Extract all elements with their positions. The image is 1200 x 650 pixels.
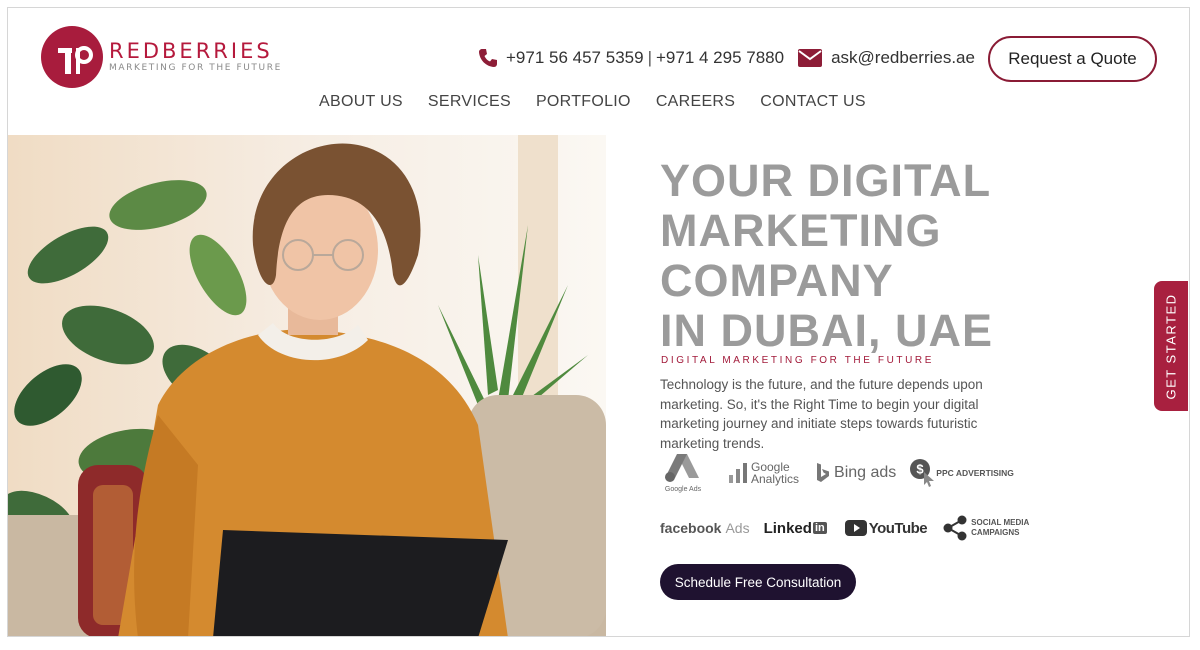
google-analytics-label-1: Google (751, 459, 790, 474)
page-frame: REDBERRIES MARKETING FOR THE FUTURE +971… (7, 7, 1190, 637)
ppc-advertising-logo: $ PPC ADVERTISING (910, 458, 1014, 487)
google-ads-logo: Google Ads (660, 452, 706, 493)
schedule-consultation-button[interactable]: Schedule Free Consultation (660, 564, 856, 600)
nav-about-us[interactable]: ABOUT US (319, 93, 403, 111)
bing-icon (817, 462, 830, 482)
headline-line-3: COMPANY (660, 255, 894, 306)
social-label-2: CAMPAIGNS (971, 528, 1020, 537)
nav-careers[interactable]: CAREERS (656, 93, 735, 111)
service-logos-row-1: Google Ads Google Analytics Bing ads $ P… (660, 452, 1014, 493)
get-started-tab[interactable]: GET STARTED (1154, 281, 1188, 411)
phone-primary[interactable]: +971 56 457 5359 (506, 48, 644, 68)
bing-ads-label: Bing ads (834, 463, 897, 481)
request-quote-button[interactable]: Request a Quote (988, 36, 1157, 82)
main-nav: ABOUT US SERVICES PORTFOLIO CAREERS CONT… (319, 93, 891, 111)
google-ads-label: Google Ads (664, 486, 702, 493)
facebook-ads-label: Ads (725, 520, 750, 536)
youtube-logo: YouTube (844, 519, 928, 537)
social-label-1: SOCIAL MEDIA (971, 518, 1030, 527)
hero-subheading: DIGITAL MARKETING FOR THE FUTURE (661, 355, 935, 366)
phone-separator: | (647, 48, 652, 67)
dollar-cursor-icon: $ (910, 458, 935, 487)
linkedin-logo: Linked in (764, 520, 827, 537)
service-logos-row-2: facebook Ads Linked in YouTube SOCIAL ME… (660, 515, 1029, 541)
facebook-ads-logo: facebook Ads (660, 520, 750, 536)
hero-description: Technology is the future, and the future… (660, 377, 983, 451)
google-analytics-label-2: Analytics (751, 471, 800, 486)
nav-services[interactable]: SERVICES (428, 93, 511, 111)
phone-icon (478, 48, 498, 68)
contact-bar: +971 56 457 5359 | +971 4 295 7880 ask@r… (478, 48, 975, 68)
email-link[interactable]: ask@redberries.ae (831, 48, 975, 68)
envelope-icon (798, 49, 823, 67)
hero-headline: YOUR DIGITAL MARKETING COMPANY IN DUBAI,… (660, 156, 993, 356)
analytics-bars-icon (729, 462, 747, 483)
share-icon (943, 515, 967, 541)
youtube-label: YouTube (868, 519, 928, 537)
nav-portfolio[interactable]: PORTFOLIO (536, 93, 631, 111)
logo-mark (41, 26, 103, 88)
brand-tagline: MARKETING FOR THE FUTURE (109, 63, 282, 73)
headline-line-2: MARKETING (660, 205, 942, 256)
social-media-logo: SOCIAL MEDIA CAMPAIGNS (943, 515, 1029, 541)
headline-line-4: IN DUBAI, UAE (660, 305, 994, 356)
bing-ads-logo: Bing ads (816, 462, 897, 483)
get-started-label: GET STARTED (1163, 292, 1179, 400)
youtube-play-icon (844, 520, 867, 536)
google-ads-icon (665, 454, 699, 482)
ppc-label: PPC ADVERTISING (936, 467, 1014, 478)
linkedin-in-badge: in (812, 522, 827, 534)
hero-photo (8, 135, 606, 636)
headline-line-1: YOUR DIGITAL (660, 155, 992, 206)
google-analytics-logo: Google Analytics (728, 461, 799, 485)
nav-contact-us[interactable]: CONTACT US (760, 93, 866, 111)
facebook-label: facebook (660, 520, 722, 536)
brand-name: REDBERRIES (109, 39, 273, 63)
svg-text:$: $ (917, 461, 925, 476)
phone-secondary[interactable]: +971 4 295 7880 (656, 48, 784, 68)
brand-logo[interactable]: REDBERRIES MARKETING FOR THE FUTURE (41, 26, 282, 88)
linkedin-label: Linked (763, 519, 812, 537)
